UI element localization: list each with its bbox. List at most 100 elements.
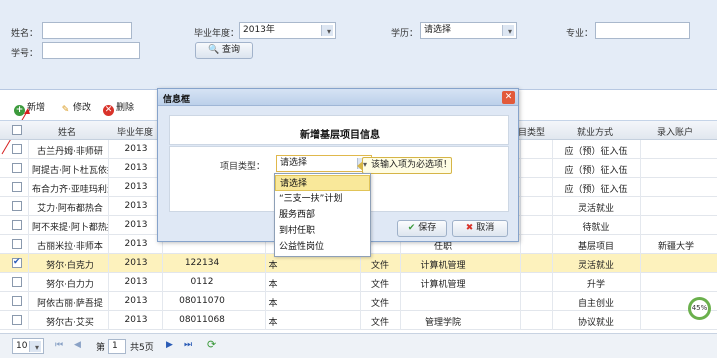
column-divider (108, 216, 109, 235)
major-input[interactable] (595, 22, 690, 39)
column-divider (28, 178, 29, 197)
cell-mode: 升学 (586, 280, 605, 290)
edu-label: 学历： (391, 29, 419, 39)
cell-c5: 文件 (370, 299, 389, 309)
column-divider (640, 254, 641, 273)
cell-mode: 基层项目 (577, 242, 614, 252)
column-divider (400, 254, 401, 273)
next-page-icon[interactable]: ▶ (166, 340, 173, 350)
dropdown-option[interactable]: 到村任职 (275, 223, 370, 239)
cell-mode: 灵活就业 (577, 261, 614, 271)
dropdown-option[interactable]: 服务西部 (275, 207, 370, 223)
last-page-icon[interactable]: ⏭ (184, 340, 192, 350)
dropdown-option[interactable]: 请选择 (275, 175, 370, 191)
cell-sid: 08011070 (179, 296, 225, 306)
year-select[interactable]: 2013年 ▾ (239, 22, 336, 39)
delete-button[interactable]: ✕ 删除 (103, 100, 134, 116)
cell-name: 阿提古·阿卜杜瓦依提 (32, 166, 108, 176)
prev-page-icon[interactable]: ◀ (74, 340, 81, 350)
dropdown-option[interactable]: 公益性岗位 (275, 239, 370, 255)
edit-button[interactable]: ✎ 修改 (60, 100, 91, 116)
header-year: 毕业年度 (116, 128, 153, 138)
total-pages: 共5页 (130, 343, 154, 353)
close-icon[interactable]: ✕ (502, 91, 515, 104)
row-checkbox[interactable] (12, 163, 22, 173)
edu-select[interactable]: 请选择 ▾ (420, 22, 517, 39)
cell-type: 计算机管理 (420, 280, 466, 290)
cell-year: 2013 (124, 258, 148, 268)
column-divider (108, 140, 109, 159)
column-divider (552, 197, 553, 216)
column-divider (360, 311, 361, 330)
row-checkbox[interactable] (12, 277, 22, 287)
table-row[interactable]: 阿依古丽·萨吾提 2013 08011070 本 文件 自主创业 (0, 292, 717, 311)
cancel-icon: ✖ (465, 223, 474, 233)
column-divider (28, 216, 29, 235)
row-checkbox[interactable] (12, 201, 22, 211)
column-divider (400, 311, 401, 330)
header-type: 目类型 (518, 128, 546, 138)
page-size-select[interactable]: 10 ▾ (12, 338, 44, 354)
column-divider (162, 292, 163, 311)
row-checkbox[interactable] (12, 315, 22, 325)
column-divider (162, 254, 163, 273)
search-icon: 🔍 (207, 45, 220, 55)
row-checkbox[interactable] (12, 144, 22, 154)
column-divider (640, 292, 641, 311)
row-checkbox[interactable] (12, 220, 22, 230)
year-label: 毕业年度： (194, 29, 240, 39)
cell-year: 2013 (124, 201, 148, 211)
row-checkbox[interactable] (12, 296, 22, 306)
cell-year: 2013 (124, 296, 148, 306)
column-divider (520, 140, 521, 159)
column-divider (552, 254, 553, 273)
column-divider (108, 254, 109, 273)
refresh-icon[interactable]: ⟳ (207, 338, 216, 351)
cancel-button[interactable]: ✖ 取消 (452, 220, 508, 237)
column-divider (520, 159, 521, 178)
cell-account: 新疆大学 (657, 242, 694, 252)
chevron-down-icon: ▾ (362, 160, 367, 169)
row-checkbox[interactable] (12, 239, 22, 249)
column-divider (640, 197, 641, 216)
select-all-checkbox[interactable] (12, 125, 22, 135)
table-row[interactable]: 努尔·白力力 2013 0112 本 文件 计算机管理 升学 (0, 273, 717, 292)
column-divider (520, 235, 521, 254)
column-divider (28, 254, 29, 273)
column-divider (400, 292, 401, 311)
column-divider (640, 216, 641, 235)
column-divider (400, 273, 401, 292)
column-divider (640, 273, 641, 292)
page-input[interactable]: 1 (108, 339, 126, 354)
query-button[interactable]: 🔍 查询 (195, 42, 253, 59)
column-divider (640, 178, 641, 197)
cell-name: 古兰丹姆·非师研 (37, 147, 103, 157)
column-divider (162, 273, 163, 292)
pencil-icon: ✎ (61, 105, 70, 115)
cell-type: 计算机管理 (420, 261, 466, 271)
dropdown-option[interactable]: “三支一扶”计划 (275, 191, 370, 207)
cell-c5: 文件 (370, 261, 389, 271)
id-input[interactable] (42, 42, 140, 59)
cell-mode: 应（预）征入伍 (564, 185, 628, 195)
row-checkbox[interactable] (12, 257, 22, 268)
column-divider (520, 178, 521, 197)
column-divider (520, 311, 521, 330)
column-divider (552, 273, 553, 292)
cell-type: 管理学院 (424, 318, 461, 328)
save-button[interactable]: ✔ 保存 (397, 220, 447, 237)
table-row[interactable]: 努尔古·艾买 2013 08011068 本 文件 管理学院 协议就业 (0, 311, 717, 330)
check-icon: ✔ (407, 223, 416, 233)
cell-name: 艾力·阿布都热合 (37, 204, 103, 214)
column-divider (640, 311, 641, 330)
column-divider (28, 311, 29, 330)
row-checkbox[interactable] (12, 182, 22, 192)
column-divider (28, 197, 29, 216)
column-divider (640, 159, 641, 178)
column-divider (162, 311, 163, 330)
name-input[interactable] (42, 22, 132, 39)
first-page-icon[interactable]: ⏮ (55, 340, 63, 350)
column-divider (360, 292, 361, 311)
cell-year: 2013 (124, 315, 148, 325)
header-mode: 就业方式 (576, 128, 613, 138)
